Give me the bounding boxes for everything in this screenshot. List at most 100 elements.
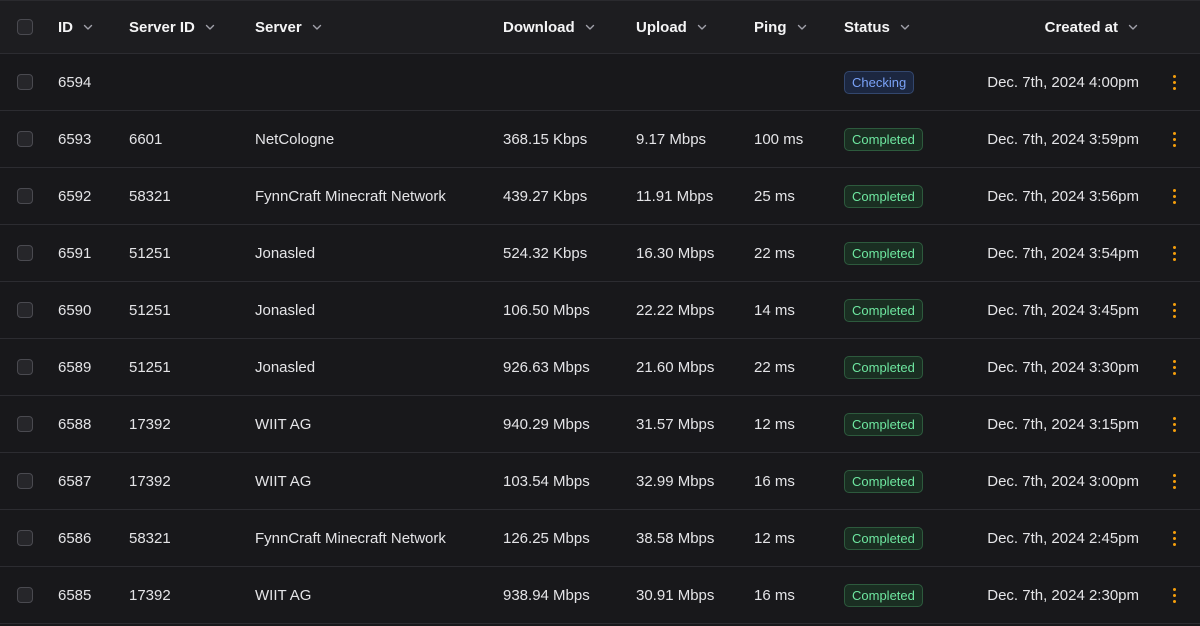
cell-created-at: Dec. 7th, 2024 3:45pm bbox=[987, 301, 1139, 319]
row-select-checkbox[interactable] bbox=[17, 530, 33, 546]
cell-status: Completed bbox=[844, 453, 923, 509]
cell-ping: 14 ms bbox=[754, 301, 795, 319]
cell-download: 126.25 Mbps bbox=[503, 529, 590, 547]
cell-server: FynnCraft Minecraft Network bbox=[255, 187, 446, 205]
cell-ping: 16 ms bbox=[754, 586, 795, 604]
table-row[interactable]: 6587 17392 WIIT AG 103.54 Mbps 32.99 Mbp… bbox=[0, 453, 1200, 510]
table-row[interactable]: 6586 58321 FynnCraft Minecraft Network 1… bbox=[0, 510, 1200, 567]
cell-ping: 12 ms bbox=[754, 415, 795, 433]
status-badge: Completed bbox=[844, 241, 923, 265]
column-header-status[interactable]: Status bbox=[844, 1, 911, 53]
cell-server-id: 58321 bbox=[129, 187, 171, 205]
cell-download: 368.15 Kbps bbox=[503, 130, 588, 148]
row-actions-button[interactable] bbox=[1166, 225, 1182, 281]
column-header-download[interactable]: Download bbox=[503, 1, 596, 53]
cell-server-id: 51251 bbox=[129, 244, 171, 262]
column-header-created-at[interactable]: Created at bbox=[1045, 1, 1139, 53]
table-row[interactable]: 6585 17392 WIIT AG 938.94 Mbps 30.91 Mbp… bbox=[0, 567, 1200, 624]
row-actions-button[interactable] bbox=[1166, 54, 1182, 110]
table-row[interactable]: 6591 51251 Jonasled 524.32 Kbps 16.30 Mb… bbox=[0, 225, 1200, 282]
status-badge: Completed bbox=[844, 184, 923, 208]
cell-id: 6592 bbox=[58, 187, 92, 205]
cell-status: Completed bbox=[844, 168, 923, 224]
cell-created-at: Dec. 7th, 2024 3:15pm bbox=[987, 415, 1139, 433]
cell-upload: 11.91 Mbps bbox=[636, 187, 714, 205]
cell-status: Completed bbox=[844, 396, 923, 452]
row-actions-button[interactable] bbox=[1166, 111, 1182, 167]
chevron-down-icon bbox=[1128, 24, 1138, 30]
cell-status: Completed bbox=[844, 111, 923, 167]
more-vertical-icon bbox=[1172, 587, 1176, 603]
row-select-cell bbox=[17, 225, 33, 281]
column-header-upload[interactable]: Upload bbox=[636, 1, 708, 53]
more-vertical-icon bbox=[1172, 245, 1176, 261]
cell-upload: 22.22 Mbps bbox=[636, 301, 715, 319]
status-badge: Completed bbox=[844, 583, 923, 607]
column-header-id[interactable]: ID bbox=[58, 1, 94, 53]
chevron-down-icon bbox=[312, 24, 321, 30]
row-actions-button[interactable] bbox=[1166, 396, 1182, 452]
table-row[interactable]: 6588 17392 WIIT AG 940.29 Mbps 31.57 Mbp… bbox=[0, 396, 1200, 453]
row-actions-button[interactable] bbox=[1166, 567, 1182, 623]
cell-server-id: 51251 bbox=[129, 301, 171, 319]
cell-id: 6589 bbox=[58, 358, 92, 376]
row-select-checkbox[interactable] bbox=[17, 359, 33, 375]
column-header-server[interactable]: Server bbox=[255, 1, 323, 53]
table-row[interactable]: 6589 51251 Jonasled 926.63 Mbps 21.60 Mb… bbox=[0, 339, 1200, 396]
results-table: ID Server ID Server Download Upload Ping… bbox=[0, 0, 1200, 626]
status-badge: Checking bbox=[844, 70, 915, 94]
row-select-checkbox[interactable] bbox=[17, 188, 33, 204]
row-actions-button[interactable] bbox=[1166, 168, 1182, 224]
row-select-checkbox[interactable] bbox=[17, 131, 33, 147]
cell-download: 106.50 Mbps bbox=[503, 301, 590, 319]
cell-id: 6588 bbox=[58, 415, 92, 433]
cell-id: 6594 bbox=[58, 73, 92, 91]
status-badge: Completed bbox=[844, 127, 923, 151]
cell-ping: 100 ms bbox=[754, 130, 804, 148]
table-row[interactable]: 6590 51251 Jonasled 106.50 Mbps 22.22 Mb… bbox=[0, 282, 1200, 339]
cell-status: Completed bbox=[844, 567, 923, 623]
row-select-checkbox[interactable] bbox=[17, 245, 33, 261]
more-vertical-icon bbox=[1172, 188, 1176, 204]
row-select-checkbox[interactable] bbox=[17, 473, 33, 489]
row-select-checkbox[interactable] bbox=[17, 302, 33, 318]
column-header-ping[interactable]: Ping bbox=[754, 1, 808, 53]
row-actions-button[interactable] bbox=[1166, 510, 1182, 566]
row-actions-button[interactable] bbox=[1166, 339, 1182, 395]
cell-created-at: Dec. 7th, 2024 3:30pm bbox=[987, 358, 1139, 376]
row-select-cell bbox=[17, 453, 33, 509]
cell-server: NetCologne bbox=[255, 130, 335, 148]
row-select-checkbox[interactable] bbox=[17, 416, 33, 432]
cell-created-at: Dec. 7th, 2024 4:00pm bbox=[987, 73, 1139, 91]
column-header-label: Ping bbox=[754, 18, 787, 36]
cell-download: 926.63 Mbps bbox=[503, 358, 590, 376]
cell-status: Completed bbox=[844, 339, 923, 395]
cell-server-id: 51251 bbox=[129, 358, 171, 376]
row-select-cell bbox=[17, 510, 33, 566]
cell-id: 6591 bbox=[58, 244, 92, 262]
cell-download: 524.32 Kbps bbox=[503, 244, 588, 262]
cell-server: WIIT AG bbox=[255, 415, 312, 433]
column-header-label: Server ID bbox=[129, 18, 195, 36]
cell-ping: 22 ms bbox=[754, 244, 795, 262]
chevron-down-icon bbox=[900, 24, 910, 30]
row-select-checkbox[interactable] bbox=[17, 74, 33, 90]
column-header-server-id[interactable]: Server ID bbox=[129, 1, 216, 53]
table-row[interactable]: 6594 Checking Dec. 7th, 2024 4:00pm bbox=[0, 54, 1200, 111]
row-actions-button[interactable] bbox=[1166, 282, 1182, 338]
more-vertical-icon bbox=[1172, 416, 1176, 432]
select-all-checkbox[interactable] bbox=[17, 19, 33, 35]
cell-server: Jonasled bbox=[255, 244, 316, 262]
table-row[interactable]: 6592 58321 FynnCraft Minecraft Network 4… bbox=[0, 168, 1200, 225]
row-actions-button[interactable] bbox=[1166, 453, 1182, 509]
status-badge: Completed bbox=[844, 412, 923, 436]
cell-created-at: Dec. 7th, 2024 3:56pm bbox=[987, 187, 1139, 205]
table-body: 6594 Checking Dec. 7th, 2024 4:00pm 6593… bbox=[0, 54, 1200, 624]
more-vertical-icon bbox=[1172, 131, 1176, 147]
cell-server-id: 58321 bbox=[129, 529, 171, 547]
chevron-down-icon bbox=[205, 24, 215, 30]
cell-server-id: 17392 bbox=[129, 472, 171, 490]
row-select-checkbox[interactable] bbox=[17, 587, 33, 603]
table-row[interactable]: 6593 6601 NetCologne 368.15 Kbps 9.17 Mb… bbox=[0, 111, 1200, 168]
cell-server: WIIT AG bbox=[255, 586, 312, 604]
